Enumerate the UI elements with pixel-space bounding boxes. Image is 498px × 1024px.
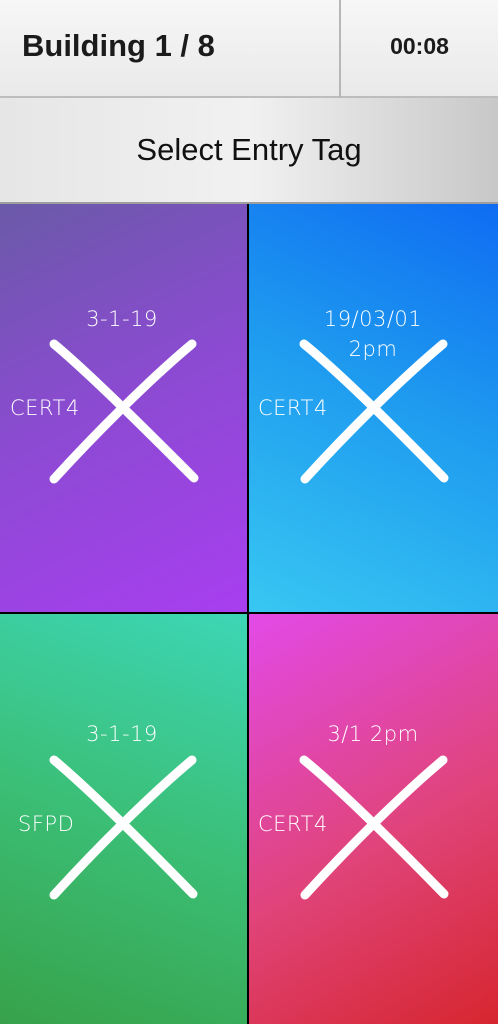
entry-tag-tile-3[interactable]: 3-1-19 SFPD bbox=[0, 614, 247, 1024]
x-mark-icon bbox=[49, 755, 198, 900]
page-title: Building 1 / 8 bbox=[22, 28, 215, 63]
select-entry-tag-button[interactable]: Select Entry Tag bbox=[0, 98, 498, 204]
tag-4-svg: 3/1 2pm CERT4 bbox=[258, 722, 449, 900]
tag-3-org: SFPD bbox=[18, 812, 74, 836]
entry-tag-grid: 3-1-19 CERT4 19/03/01 2pm CERT4 3-1-19 S… bbox=[0, 204, 498, 1024]
top-bar: Building 1 / 8 00:08 bbox=[0, 0, 498, 98]
tag-4-org: CERT4 bbox=[258, 812, 328, 836]
tag-2-time: 2pm bbox=[349, 337, 398, 361]
tag-1-date: 3-1-19 bbox=[86, 307, 158, 331]
tag-4-date: 3/1 2pm bbox=[327, 722, 418, 746]
tag-2-date: 19/03/01 bbox=[324, 307, 422, 331]
timer-display: 00:08 bbox=[390, 33, 449, 59]
tag-3-date: 3-1-19 bbox=[86, 722, 158, 746]
tag-2-svg: 19/03/01 2pm CERT4 bbox=[258, 307, 449, 484]
tag-3-svg: 3-1-19 SFPD bbox=[18, 722, 198, 900]
tag-2-org: CERT4 bbox=[258, 396, 328, 420]
entry-tag-tile-2[interactable]: 19/03/01 2pm CERT4 bbox=[249, 204, 498, 612]
tag-1-org: CERT4 bbox=[10, 396, 80, 420]
entry-tag-tile-4[interactable]: 3/1 2pm CERT4 bbox=[249, 614, 498, 1024]
tag-1-svg: 3-1-19 CERT4 bbox=[10, 307, 199, 484]
entry-tag-tile-1[interactable]: 3-1-19 CERT4 bbox=[0, 204, 247, 612]
